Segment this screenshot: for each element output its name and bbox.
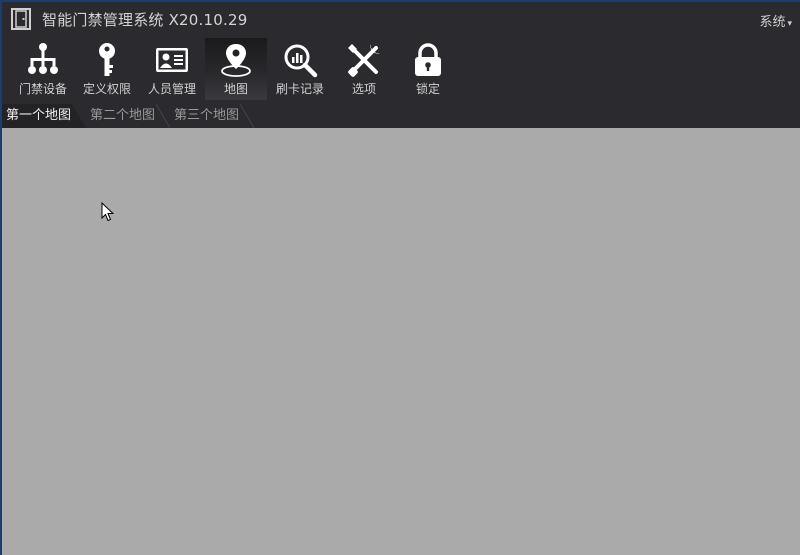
chevron-down-icon: ▾ (787, 19, 792, 29)
tools-icon (348, 44, 380, 77)
app-title: 智能门禁管理系统 X20.10.29 (42, 11, 248, 29)
map-tabstrip: 第一个地图 第二个地图 第三个地图 (2, 102, 800, 128)
door-icon (11, 8, 31, 30)
tab-label: 第二个地图 (90, 108, 156, 123)
app-window: 智能门禁管理系统 X20.10.29 系统 ▾ 门禁设备 定义权限 人员管理 地… (2, 2, 800, 555)
id-card-icon (156, 48, 188, 72)
network-icon (28, 43, 58, 74)
lock-icon (415, 43, 441, 76)
map-canvas[interactable] (2, 128, 800, 555)
toolbar-button-permissions[interactable]: 定义权限 (76, 38, 138, 100)
tab-label: 第三个地图 (174, 108, 240, 123)
tab-map-1[interactable]: 第一个地图 (2, 104, 86, 128)
key-icon (99, 43, 115, 76)
toolbar-label: 人员管理 (147, 82, 196, 96)
main-toolbar: 门禁设备 定义权限 人员管理 地图 刷卡记录 选项 锁定 (2, 36, 800, 100)
system-menu-label: 系统 (759, 15, 786, 30)
title-bar: 智能门禁管理系统 X20.10.29 系统 ▾ (2, 2, 800, 36)
system-menu[interactable]: 系统 ▾ (759, 11, 792, 30)
toolbar-button-personnel[interactable]: 人员管理 (141, 38, 203, 100)
tab-edge (156, 104, 170, 128)
toolbar-button-lock[interactable]: 锁定 (397, 38, 459, 100)
toolbar-label: 门禁设备 (18, 82, 67, 96)
toolbar-label: 锁定 (415, 82, 440, 96)
toolbar-button-options[interactable]: 选项 (333, 38, 395, 100)
tab-label: 第一个地图 (6, 108, 72, 123)
map-pin-icon (221, 44, 251, 77)
search-chart-icon (284, 44, 318, 78)
tab-map-2[interactable]: 第二个地图 (86, 104, 170, 128)
toolbar-label: 地图 (223, 82, 248, 96)
toolbar-button-devices[interactable]: 门禁设备 (12, 38, 74, 100)
toolbar-label: 定义权限 (82, 82, 131, 96)
tab-edge (240, 104, 254, 128)
toolbar-label: 刷卡记录 (275, 82, 324, 96)
toolbar-button-swipe-records[interactable]: 刷卡记录 (269, 38, 331, 100)
mouse-pointer-icon (101, 202, 115, 222)
tab-edge (72, 104, 86, 128)
toolbar-label: 选项 (351, 82, 376, 96)
toolbar-button-map[interactable]: 地图 (205, 38, 267, 100)
tab-map-3[interactable]: 第三个地图 (170, 104, 254, 128)
